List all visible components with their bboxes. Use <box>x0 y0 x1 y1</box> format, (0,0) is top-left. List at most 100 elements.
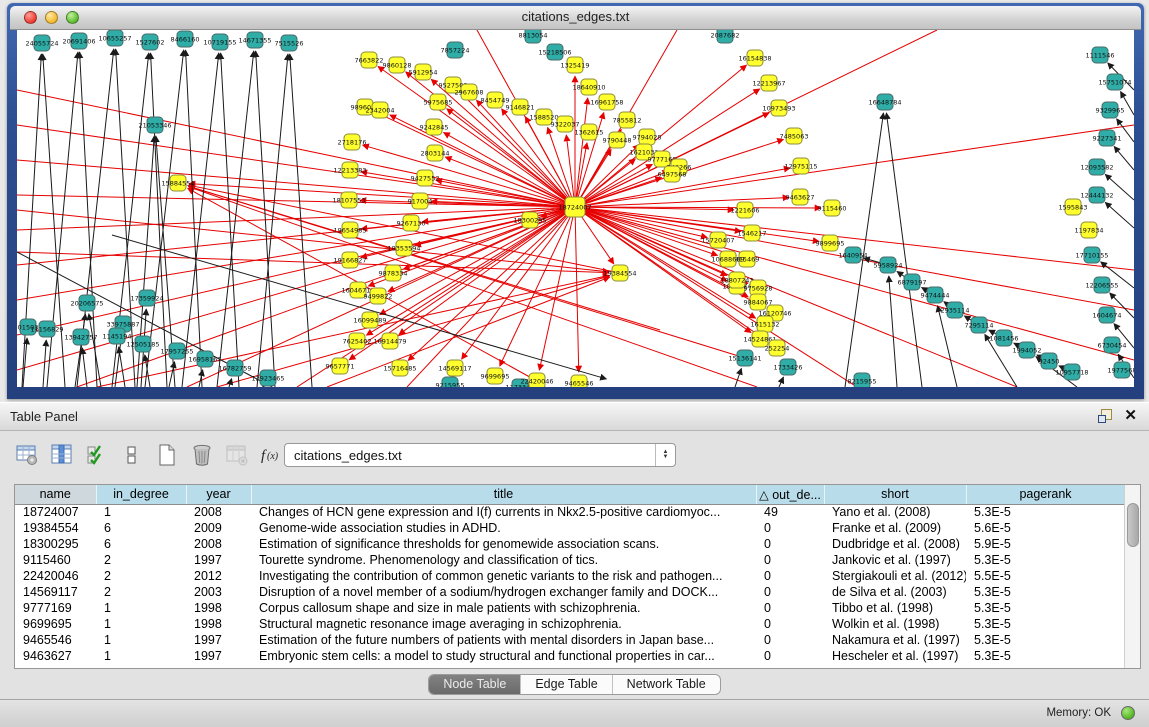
graph-node[interactable]: 7855812 <box>613 112 642 128</box>
graph-node[interactable]: 12213967 <box>752 75 785 91</box>
graph-node[interactable]: 19384554 <box>603 265 636 281</box>
graph-node[interactable]: 1977568 <box>1108 362 1134 378</box>
graph-node[interactable]: 7663822 <box>355 52 384 68</box>
graph-node[interactable]: 92450 <box>1039 353 1060 369</box>
delete-table-icon[interactable] <box>189 442 215 468</box>
table-row[interactable]: 2242004622012Investigating the contribut… <box>15 568 1125 584</box>
table-row[interactable]: 946554611997Estimation of the future num… <box>15 632 1125 648</box>
table-panel-titlebar[interactable]: Table Panel ✕ <box>0 402 1149 431</box>
graph-node[interactable]: 1111546 <box>1086 47 1115 63</box>
graph-node[interactable]: 15716485 <box>383 360 416 376</box>
graph-node[interactable]: 12923465 <box>251 370 284 386</box>
table-row[interactable]: 1456911722003Disruption of a novel membe… <box>15 584 1125 600</box>
column-header-name[interactable]: name <box>15 485 96 504</box>
graph-node[interactable]: 16648784 <box>868 94 901 110</box>
graph-node[interactable]: 9465546 <box>565 375 594 387</box>
graph-node[interactable]: 8215955 <box>848 373 877 387</box>
graph-node[interactable]: 19654985 <box>333 222 366 238</box>
table-row[interactable]: 969969511998Structural magnetic resonanc… <box>15 616 1125 632</box>
window-titlebar[interactable]: citations_edges.txt <box>10 6 1141 30</box>
graph-node[interactable]: 9115460 <box>818 200 847 216</box>
table-row[interactable]: 911546021997Tourette syndrome. Phenomeno… <box>15 552 1125 568</box>
table-row[interactable]: 1938455462009Genome-wide association stu… <box>15 520 1125 536</box>
graph-node[interactable]: 1527602 <box>136 34 165 50</box>
column-header-year[interactable]: year <box>186 485 251 504</box>
tab-edge-table[interactable]: Edge Table <box>521 675 612 694</box>
graph-node[interactable]: 15884554 <box>161 175 194 191</box>
graph-node[interactable]: 9878334 <box>379 265 408 281</box>
tab-network-table[interactable]: Network Table <box>613 675 720 694</box>
graph-node[interactable]: 2803144 <box>421 145 450 161</box>
graph-node[interactable]: 9794028 <box>633 129 662 145</box>
graph-node[interactable]: 5975685 <box>424 94 453 110</box>
network-graph[interactable]: 240557242069140610655257 1527602 846616010… <box>17 30 1134 387</box>
graph-node[interactable]: 10655257 <box>98 30 131 46</box>
graph-node[interactable]: 5958924 <box>874 257 903 273</box>
column-header-title[interactable]: title <box>251 485 756 504</box>
table-scrollbar[interactable] <box>1124 485 1140 668</box>
graph-node[interactable]: 12206555 <box>1085 277 1118 293</box>
graph-node[interactable]: 1595843 <box>1059 199 1088 215</box>
graph-node[interactable]: 7515526 <box>275 35 304 51</box>
graph-node[interactable]: 6730454 <box>1098 337 1127 353</box>
graph-node[interactable]: 1733426 <box>774 359 803 375</box>
graph-node[interactable]: 12444132 <box>1080 187 1113 203</box>
graph-node[interactable]: 15136141 <box>728 350 761 366</box>
graph-node[interactable]: 9860128 <box>383 57 412 73</box>
function-builder-icon[interactable]: f(x) <box>259 442 285 468</box>
graph-node[interactable]: 1197834 <box>1075 222 1104 238</box>
graph-node[interactable]: 17710155 <box>1075 247 1108 263</box>
select-all-icon[interactable] <box>84 442 110 468</box>
graph-node[interactable]: 15218506 <box>538 44 571 60</box>
graph-node[interactable]: 9227341 <box>1093 130 1122 146</box>
graph-node[interactable]: 1604674 <box>1093 307 1122 323</box>
graph-node[interactable]: 20206575 <box>70 295 103 311</box>
network-canvas[interactable]: 240557242069140610655257 1527602 846616010… <box>17 30 1134 387</box>
graph-node[interactable]: 16154838 <box>738 50 771 66</box>
graph-node[interactable]: 18640910 <box>572 79 605 95</box>
graph-node[interactable]: 917004 <box>408 193 433 209</box>
select-columns-icon[interactable] <box>49 442 75 468</box>
graph-node[interactable]: 13942757 <box>64 329 97 345</box>
graph-node[interactable]: 21053346 <box>138 117 171 133</box>
table-row[interactable]: 977716911998Corpus callosum shape and si… <box>15 600 1125 616</box>
graph-node[interactable]: 2935114 <box>941 302 970 318</box>
column-header-out_degree[interactable]: △ out_de... <box>756 485 824 504</box>
table-row[interactable]: 946362711997Embryonic stem cells: a mode… <box>15 648 1125 664</box>
graph-node[interactable]: 9699695 <box>481 368 510 384</box>
graph-node[interactable]: 14569117 <box>438 360 471 376</box>
graph-node[interactable]: 16914479 <box>373 333 406 349</box>
graph-node[interactable]: 2087682 <box>711 30 740 43</box>
graph-node[interactable]: 24055724 <box>25 35 58 51</box>
graph-node[interactable]: 9899695 <box>816 235 845 251</box>
new-table-icon[interactable] <box>154 442 180 468</box>
table-settings-icon[interactable] <box>14 442 40 468</box>
graph-node[interactable]: 7485063 <box>780 128 809 144</box>
graph-node[interactable]: 19166827 <box>333 252 366 268</box>
graph-node[interactable]: 7625402 <box>343 333 372 349</box>
graph-node[interactable]: 15751074 <box>1098 74 1131 90</box>
graph-node[interactable]: 8466160 <box>171 31 200 47</box>
graph-node[interactable]: 8813054 <box>519 30 548 43</box>
graph-node[interactable]: 20691406 <box>62 33 95 49</box>
graph-node[interactable]: 9790448 <box>603 132 632 148</box>
column-header-pagerank[interactable]: pagerank <box>966 485 1125 504</box>
graph-node[interactable]: 9329965 <box>1096 102 1125 118</box>
graph-node[interactable]: 9657771 <box>326 358 355 374</box>
graph-node[interactable]: 2718176 <box>338 134 367 150</box>
graph-node[interactable]: 12093582 <box>1080 159 1113 175</box>
graph-node[interactable]: 1325419 <box>561 57 590 73</box>
graph-node[interactable]: 9463627 <box>786 189 815 205</box>
graph-node[interactable]: 10719155 <box>203 34 236 50</box>
graph-node[interactable]: 7857224 <box>441 42 470 58</box>
graph-node[interactable]: 15720407 <box>701 232 734 248</box>
column-header-in_degree[interactable]: in_degree <box>96 485 186 504</box>
graph-node[interactable]: 17359924 <box>130 290 163 306</box>
table-select-dropdown[interactable]: citations_edges.txt ▲▼ <box>284 443 676 467</box>
import-table-icon[interactable] <box>224 442 250 468</box>
graph-node[interactable]: 1221606 <box>731 202 760 218</box>
graph-node[interactable]: 14671355 <box>238 32 271 48</box>
rows-icon[interactable] <box>119 442 145 468</box>
column-header-short[interactable]: short <box>824 485 966 504</box>
close-panel-icon[interactable]: ✕ <box>1124 407 1137 425</box>
